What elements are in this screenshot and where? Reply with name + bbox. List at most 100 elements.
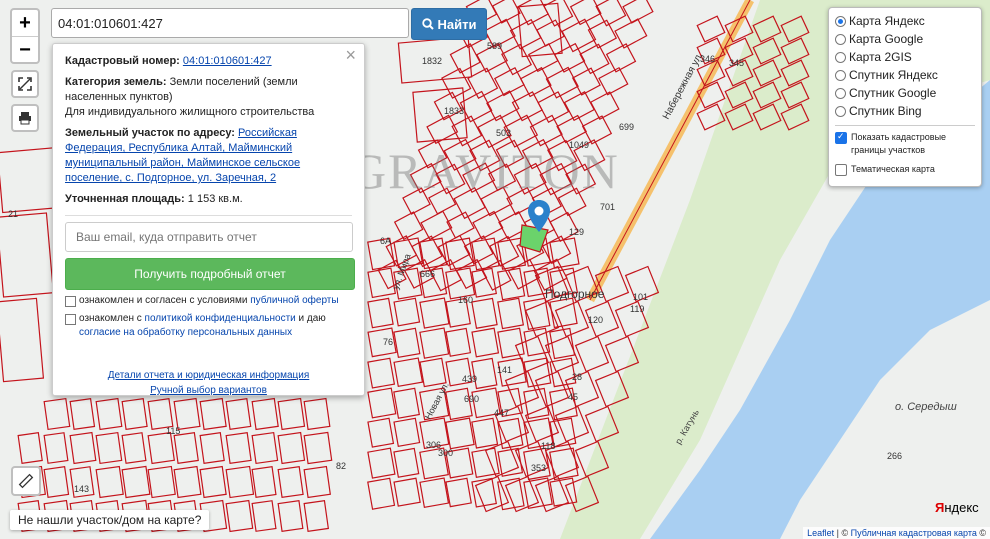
- search-input[interactable]: [51, 8, 409, 38]
- parcel-number-label: 1832: [422, 56, 442, 66]
- zoom-in-button[interactable]: +: [12, 10, 38, 36]
- parcel-number-label: 699: [619, 122, 634, 132]
- thematic-label: Тематическая карта: [851, 164, 935, 174]
- parcel-number-label: 266: [887, 451, 902, 461]
- parcel-number-label: 118: [541, 441, 555, 451]
- parcel-number-label: 6А: [380, 236, 391, 246]
- parcel-number-label: 141: [497, 365, 512, 375]
- print-button[interactable]: [11, 104, 39, 132]
- manual-select-link[interactable]: Ручной выбор вариантов: [65, 383, 352, 398]
- privacy-checkbox[interactable]: [65, 314, 76, 325]
- cadastral-number-link[interactable]: 04:01:010601:427: [183, 55, 272, 67]
- not-found-button[interactable]: Не нашли участок/дом на карте?: [10, 510, 210, 530]
- zoom-control: + −: [10, 8, 40, 64]
- layer-option-label: Карта 2GIS: [849, 50, 912, 64]
- layer-option-label: Спутник Яндекс: [849, 68, 938, 82]
- layer-switcher: Карта Яндекс Карта Google Карта 2GIS Спутни…: [828, 7, 982, 187]
- layer-radio[interactable]: [835, 87, 846, 99]
- parcel-number-label: 1833: [444, 106, 464, 116]
- cadastral-label: Кадастровый номер:: [65, 55, 180, 67]
- attribution: Leaflet | © Публичная кадастровая карта …: [803, 527, 990, 539]
- fullscreen-button[interactable]: [11, 70, 39, 98]
- thematic-toggle[interactable]: Тематическая карта: [835, 163, 975, 176]
- layer-radio[interactable]: [835, 105, 846, 117]
- layer-option[interactable]: Карта Google: [835, 30, 975, 48]
- email-input[interactable]: [65, 222, 353, 252]
- privacy-policy-link[interactable]: политикой конфиденциальности: [145, 313, 296, 324]
- privacy-consent[interactable]: ознакомлен с политикой конфиденциальност…: [65, 312, 352, 340]
- parcel-number-label: 28: [572, 372, 582, 382]
- layer-option-label: Карта Google: [849, 32, 924, 46]
- popup-links: Детали отчета и юридическая информация Р…: [65, 368, 352, 398]
- parcel-number-label: 503: [496, 128, 511, 138]
- layer-radio[interactable]: [835, 15, 846, 27]
- address-row: Земельный участок по адресу: Российская …: [65, 126, 352, 186]
- layer-option[interactable]: Спутник Яндекс: [835, 66, 975, 84]
- offer-link[interactable]: публичной оферты: [250, 295, 338, 306]
- address-label: Земельный участок по адресу:: [65, 127, 235, 139]
- privacy-mid-text: и даю: [298, 313, 326, 324]
- layer-option[interactable]: Карта 2GIS: [835, 48, 975, 66]
- parcel-number-label: 115: [166, 426, 180, 436]
- parcel-number-label: 76: [383, 337, 393, 347]
- show-cadastral-label: Показать кадастровые границы участков: [851, 132, 947, 155]
- parcel-number-label: 120: [588, 315, 603, 325]
- thematic-checkbox[interactable]: [835, 164, 847, 176]
- layer-option-label: Карта Яндекс: [849, 14, 925, 28]
- parcel-number-label: 439: [462, 374, 477, 384]
- parcel-number-label: 101: [633, 292, 648, 302]
- parcel-info-popup: × Кадастровый номер: 04:01:010601:427 Ка…: [52, 43, 365, 396]
- close-icon[interactable]: ×: [345, 46, 356, 64]
- parcel-number-label: 45: [568, 392, 578, 402]
- parcel-number-label: 666: [420, 269, 435, 279]
- parcel-number-label: 160: [458, 295, 473, 305]
- layer-option-label: Спутник Google: [849, 86, 937, 100]
- layer-radio[interactable]: [835, 51, 846, 63]
- offer-checkbox[interactable]: [65, 296, 76, 307]
- ruler-icon: [18, 473, 34, 489]
- show-cadastral-checkbox[interactable]: [835, 130, 847, 144]
- layer-option[interactable]: Карта Яндекс: [835, 12, 975, 30]
- layer-radio[interactable]: [835, 69, 846, 81]
- yandex-logo-rest: ндекс: [944, 500, 979, 515]
- purpose-value: Для индивидуального жилищного строительс…: [65, 106, 315, 118]
- attribution-sep: | ©: [834, 528, 851, 538]
- parcel-number-label: 701: [600, 202, 615, 212]
- get-report-button[interactable]: Получить подробный отчет: [65, 258, 355, 290]
- river-island-label: о. Середыш: [895, 401, 957, 413]
- cadastral-map-link[interactable]: Публичная кадастровая карта: [851, 528, 977, 538]
- leaflet-link[interactable]: Leaflet: [807, 528, 834, 538]
- layer-option[interactable]: Спутник Bing: [835, 102, 975, 120]
- category-label: Категория земель:: [65, 76, 167, 88]
- parcel-number-label: 129: [569, 227, 584, 237]
- measure-button[interactable]: [11, 466, 41, 496]
- search-icon: [421, 18, 434, 30]
- zoom-out-button[interactable]: −: [12, 36, 38, 63]
- area-label: Уточненная площадь:: [65, 193, 185, 205]
- expand-icon: [18, 77, 32, 91]
- category-row: Категория земель: Земли поселений (земли…: [65, 75, 352, 120]
- attribution-copy: ©: [976, 528, 986, 538]
- parcel-number-label: 690: [464, 394, 479, 404]
- personal-data-link[interactable]: согласие на обработку персональных данны…: [79, 327, 292, 338]
- privacy-text: ознакомлен с: [79, 313, 142, 324]
- parcel-number-label: 447: [494, 408, 509, 418]
- yandex-logo: Яндекс: [935, 500, 979, 515]
- area-row: Уточненная площадь: 1 153 кв.м.: [65, 192, 352, 207]
- parcel-number-label: 21: [8, 209, 18, 219]
- parcel-number-label: 353: [531, 463, 546, 473]
- area-value: 1 153 кв.м.: [187, 193, 243, 205]
- printer-icon: [19, 112, 31, 125]
- village-label: Подгорное: [545, 287, 605, 301]
- parcel-number-label: 300: [438, 448, 453, 458]
- layer-radio[interactable]: [835, 33, 846, 45]
- offer-consent[interactable]: ознакомлен и согласен с условиями публич…: [65, 294, 352, 308]
- show-cadastral-toggle[interactable]: Показать кадастровые границы участков: [835, 130, 975, 157]
- parcel-number-label: 82: [336, 461, 346, 471]
- layer-option[interactable]: Спутник Google: [835, 84, 975, 102]
- details-link[interactable]: Детали отчета и юридическая информация: [65, 368, 352, 383]
- parcel-number-label: 345: [729, 58, 744, 68]
- layer-option-label: Спутник Bing: [849, 104, 922, 118]
- search-button[interactable]: Найти: [411, 8, 487, 40]
- map-marker-icon[interactable]: [528, 200, 550, 232]
